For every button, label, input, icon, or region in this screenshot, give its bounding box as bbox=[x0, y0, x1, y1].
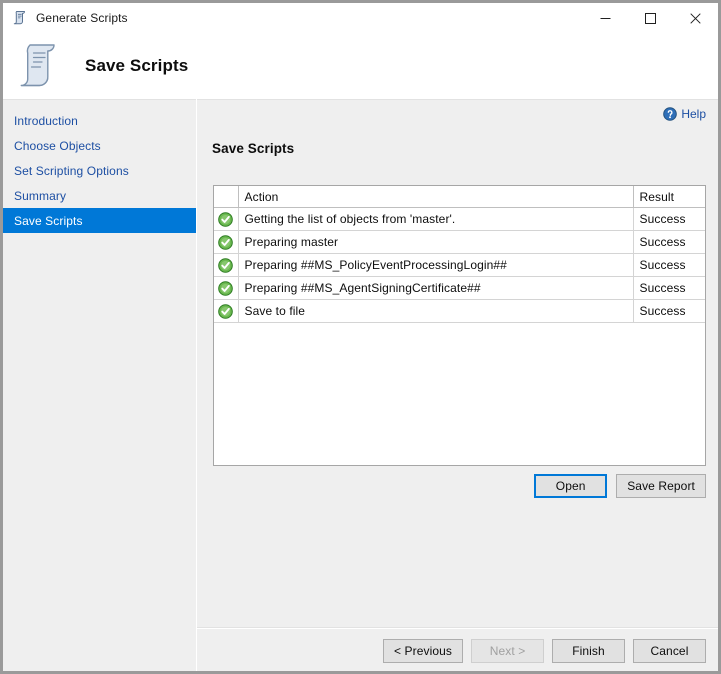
window-title: Generate Scripts bbox=[36, 11, 128, 25]
help-label: Help bbox=[681, 107, 706, 121]
content-heading: Save Scripts bbox=[212, 141, 294, 156]
cancel-button[interactable]: Cancel bbox=[633, 639, 706, 663]
result-cell: Success bbox=[633, 300, 705, 323]
success-check-icon bbox=[218, 212, 233, 227]
sidebar-item-label: Set Scripting Options bbox=[14, 164, 129, 178]
sidebar-item-label: Summary bbox=[14, 189, 66, 203]
action-cell: Getting the list of objects from 'master… bbox=[238, 208, 633, 231]
status-cell bbox=[214, 208, 238, 231]
status-cell bbox=[214, 277, 238, 300]
status-cell bbox=[214, 254, 238, 277]
success-check-icon bbox=[218, 281, 233, 296]
minimize-icon[interactable] bbox=[583, 3, 628, 33]
result-cell: Success bbox=[633, 208, 705, 231]
page-title: Save Scripts bbox=[85, 56, 188, 76]
result-cell: Success bbox=[633, 231, 705, 254]
table-row[interactable]: Preparing ##MS_PolicyEventProcessingLogi… bbox=[214, 254, 705, 277]
action-cell: Save to file bbox=[238, 300, 633, 323]
success-check-icon bbox=[218, 235, 233, 250]
column-header-action[interactable]: Action bbox=[238, 186, 633, 208]
table-header-row: Action Result bbox=[214, 186, 705, 208]
maximize-icon[interactable] bbox=[628, 3, 673, 33]
wizard-footer: < Previous Next > Finish Cancel bbox=[383, 639, 706, 663]
status-cell bbox=[214, 231, 238, 254]
close-icon[interactable] bbox=[673, 3, 718, 33]
save-report-button[interactable]: Save Report bbox=[616, 474, 706, 498]
sidebar-item-label: Introduction bbox=[14, 114, 78, 128]
status-cell bbox=[214, 300, 238, 323]
action-cell: Preparing ##MS_PolicyEventProcessingLogi… bbox=[238, 254, 633, 277]
finish-button[interactable]: Finish bbox=[552, 639, 625, 663]
table-row[interactable]: Preparing ##MS_AgentSigningCertificate##… bbox=[214, 277, 705, 300]
title-bar: Generate Scripts bbox=[3, 3, 718, 33]
table-row[interactable]: Getting the list of objects from 'master… bbox=[214, 208, 705, 231]
sidebar-item-save-scripts[interactable]: Save Scripts bbox=[3, 208, 196, 233]
page-header: Save Scripts bbox=[3, 33, 718, 99]
window-controls bbox=[583, 3, 718, 33]
success-check-icon bbox=[218, 304, 233, 319]
sidebar-item-introduction[interactable]: Introduction bbox=[3, 108, 196, 133]
previous-button[interactable]: < Previous bbox=[383, 639, 463, 663]
help-question-icon bbox=[663, 107, 677, 121]
results-table: Action Result bbox=[214, 186, 705, 323]
grid-actions: Open Save Report bbox=[213, 474, 706, 498]
action-cell: Preparing ##MS_AgentSigningCertificate## bbox=[238, 277, 633, 300]
sidebar-item-set-scripting-options[interactable]: Set Scripting Options bbox=[3, 158, 196, 183]
sidebar-item-label: Save Scripts bbox=[14, 214, 83, 228]
success-check-icon bbox=[218, 258, 233, 273]
sidebar-item-choose-objects[interactable]: Choose Objects bbox=[3, 133, 196, 158]
next-button: Next > bbox=[471, 639, 544, 663]
sidebar-item-summary[interactable]: Summary bbox=[3, 183, 196, 208]
column-header-result[interactable]: Result bbox=[633, 186, 705, 208]
results-grid[interactable]: Action Result bbox=[213, 185, 706, 466]
table-row[interactable]: Save to file Success bbox=[214, 300, 705, 323]
wizard-sidebar: Introduction Choose Objects Set Scriptin… bbox=[3, 99, 196, 671]
help-link[interactable]: Help bbox=[663, 107, 706, 121]
script-scroll-icon bbox=[12, 10, 28, 26]
result-cell: Success bbox=[633, 254, 705, 277]
result-cell: Success bbox=[633, 277, 705, 300]
sidebar-item-label: Choose Objects bbox=[14, 139, 101, 153]
generate-scripts-window: Generate Scripts Save Scripts Intr bbox=[0, 0, 721, 674]
column-header-status[interactable] bbox=[214, 186, 238, 208]
footer-divider bbox=[197, 627, 718, 629]
script-scroll-icon bbox=[17, 41, 63, 91]
table-row[interactable]: Preparing master Success bbox=[214, 231, 705, 254]
content-pane: Help Save Scripts Action Result bbox=[197, 99, 718, 671]
open-button[interactable]: Open bbox=[534, 474, 607, 498]
action-cell: Preparing master bbox=[238, 231, 633, 254]
